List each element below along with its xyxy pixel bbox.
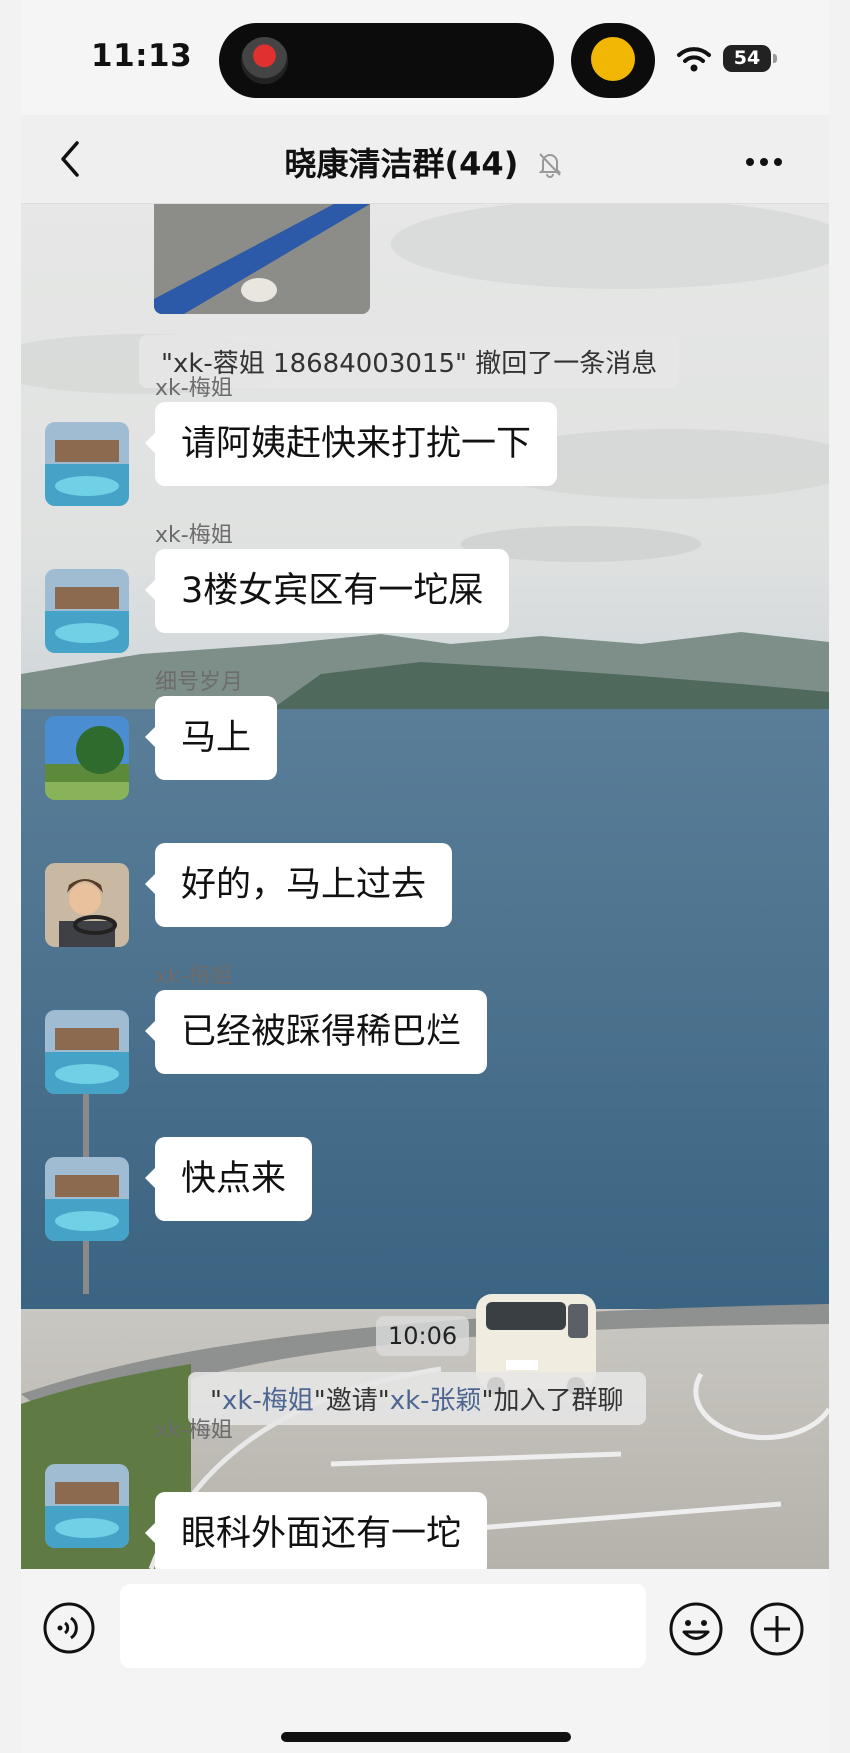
live-activity-app-icon <box>241 37 288 84</box>
sender-name: xk-梅姐 <box>155 1418 233 1443</box>
voice-icon[interactable] <box>42 1601 96 1655</box>
live-activity-pill <box>571 23 655 98</box>
avatar-landscape[interactable] <box>45 716 129 800</box>
delivery-scooter-icon <box>591 37 635 81</box>
invitee-name-link[interactable]: xk-张颖 <box>390 1386 482 1416</box>
invite-end: "加入了群聊 <box>481 1386 624 1416</box>
avatar-pool[interactable] <box>45 1464 129 1548</box>
sender-name: xk-梅姐 <box>155 523 233 548</box>
message-bubble[interactable]: 眼科外面还有一坨 <box>144 1492 488 1569</box>
timestamp: 10:06 <box>376 1316 470 1356</box>
floor-photo <box>154 204 370 314</box>
emoji-icon[interactable] <box>668 1601 724 1657</box>
avatar-pool[interactable] <box>45 1157 129 1241</box>
invite-verb: "邀请" <box>313 1386 390 1416</box>
avatar-pool[interactable] <box>45 422 129 506</box>
avatar-pool[interactable] <box>45 569 129 653</box>
battery-icon: 54 <box>723 45 777 72</box>
image-message[interactable] <box>154 204 370 314</box>
status-time: 11:13 <box>91 38 193 74</box>
message-bubble[interactable]: 请阿姨赶快来打扰一下 <box>144 402 558 486</box>
message-bubble[interactable]: 马上 <box>144 696 278 780</box>
inviter-name-link[interactable]: xk-梅姐 <box>222 1386 314 1416</box>
mute-icon <box>539 153 562 178</box>
chat-title-text: 晓康清洁群(44) <box>284 145 519 183</box>
wifi-icon <box>677 47 711 72</box>
avatar-pool[interactable] <box>45 1010 129 1094</box>
message-bubble[interactable]: 好的，马上过去 <box>144 843 453 927</box>
invite-notice: "xk-梅姐"邀请"xk-张颖"加入了群聊 <box>188 1372 646 1425</box>
phone-screen: 11:13 54 晓康清洁群(44) "xk-蓉姐 18684003015" 撤… <box>21 0 829 1753</box>
more-icon[interactable] <box>746 151 794 166</box>
home-indicator <box>281 1732 571 1742</box>
chat-title[interactable]: 晓康清洁群(44) <box>21 139 829 185</box>
sender-name: xk-梅姐 <box>155 964 233 989</box>
message-input[interactable] <box>120 1584 646 1668</box>
add-icon[interactable] <box>749 1601 805 1657</box>
chat-message-area[interactable]: "xk-蓉姐 18684003015" 撤回了一条消息 xk-梅姐 请阿姨赶快来… <box>21 204 829 1569</box>
message-bubble[interactable]: 已经被踩得稀巴烂 <box>144 990 488 1074</box>
chat-nav-bar: 晓康清洁群(44) <box>21 115 829 204</box>
message-bubble[interactable]: 快点来 <box>144 1137 313 1221</box>
status-bar: 11:13 54 <box>21 0 829 115</box>
dynamic-island <box>219 23 554 98</box>
input-bar <box>21 1569 829 1753</box>
sender-name: 细号岁月 <box>155 670 244 695</box>
avatar-driver[interactable] <box>45 863 129 947</box>
message-bubble[interactable]: 3楼女宾区有一坨屎 <box>144 549 510 633</box>
sender-name: xk-梅姐 <box>155 376 233 401</box>
